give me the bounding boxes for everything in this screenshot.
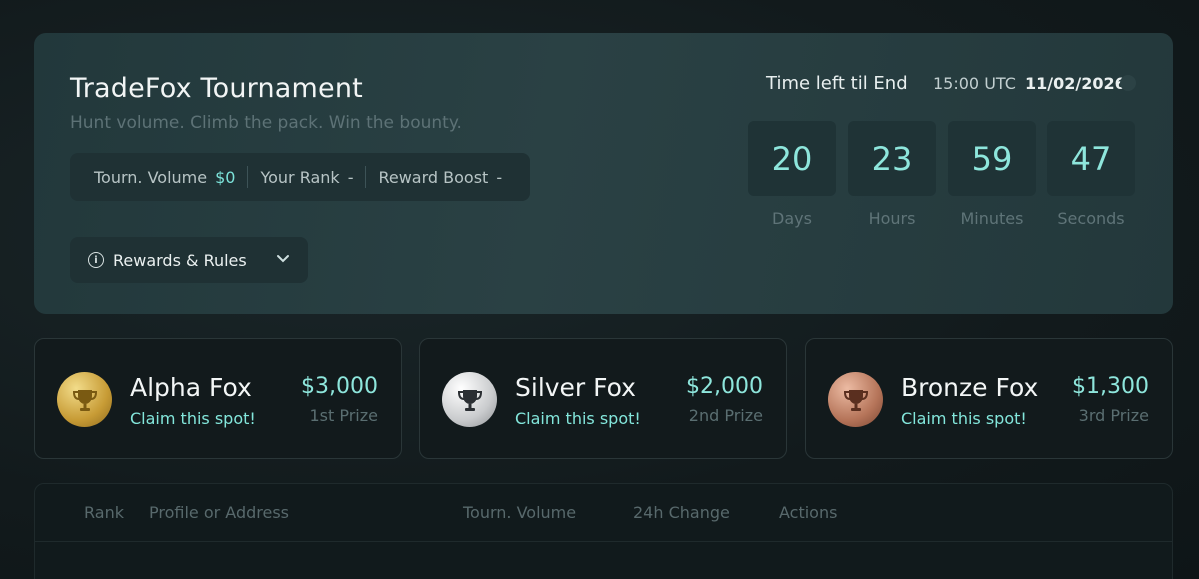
column-header-volume[interactable]: Tourn. Volume [463,503,576,522]
prize-amount: $3,000 [301,374,378,399]
tournament-hero-panel: TradeFox Tournament Hunt volume. Climb t… [34,33,1173,314]
divider [365,166,367,188]
boost-value: - [496,167,503,187]
chevron-down-icon [276,252,290,268]
rewards-rules-label: Rewards & Rules [113,250,247,270]
volume-label: Tourn. Volume [94,167,208,187]
boost-label: Reward Boost [378,167,489,187]
column-header-actions: Actions [779,503,838,522]
timer-label: Time left til End [766,73,908,94]
prize-name: Bronze Fox [901,373,1039,402]
countdown-seconds: 47 [1047,121,1135,196]
column-header-rank[interactable]: Rank [84,503,124,522]
rank-label: Your Rank [260,167,340,187]
prize-place: 1st Prize [309,406,378,425]
countdown-seconds-label: Seconds [1057,209,1125,228]
volume-value: $0 [215,167,236,187]
claim-spot-link[interactable]: Claim this spot! [901,409,1027,428]
divider [247,166,249,188]
countdown-days: 20 [748,121,836,196]
countdown-minutes: 59 [948,121,1036,196]
prize-amount: $2,000 [686,374,763,399]
timer-end-time: 15:00 UTC [933,74,1016,93]
prize-place: 2nd Prize [688,406,763,425]
column-header-profile[interactable]: Profile or Address [149,503,289,522]
claim-spot-link[interactable]: Claim this spot! [130,409,256,428]
bronze-trophy-icon [828,372,883,427]
countdown-hours: 23 [848,121,936,196]
header-divider [35,541,1172,542]
rank-value: - [347,167,354,187]
prize-place: 3rd Prize [1078,406,1149,425]
info-icon: i [88,252,104,268]
countdown-days-label: Days [772,209,812,228]
rewards-rules-dropdown[interactable]: i Rewards & Rules [70,237,308,283]
prize-amount: $1,300 [1072,374,1149,399]
page-subtitle: Hunt volume. Climb the pack. Win the bou… [70,113,462,133]
column-header-24h-change[interactable]: 24h Change [633,503,730,522]
prize-name: Silver Fox [515,373,636,402]
countdown-minutes-label: Minutes [960,209,1024,228]
claim-spot-link[interactable]: Claim this spot! [515,409,641,428]
user-stats-bar: Tourn. Volume $0 Your Rank - Reward Boos… [70,153,530,201]
countdown-hours-label: Hours [868,209,916,228]
status-dot-icon [1120,75,1136,91]
prize-card-first[interactable]: Alpha Fox Claim this spot! $3,000 1st Pr… [34,338,402,459]
prize-card-second[interactable]: Silver Fox Claim this spot! $2,000 2nd P… [419,338,787,459]
gold-trophy-icon [57,372,112,427]
leaderboard-table: Rank Profile or Address Tourn. Volume 24… [34,483,1173,579]
page-title: TradeFox Tournament [70,73,363,104]
prize-name: Alpha Fox [130,373,252,402]
prize-card-third[interactable]: Bronze Fox Claim this spot! $1,300 3rd P… [805,338,1173,459]
silver-trophy-icon [442,372,497,427]
timer-end-datetime: 15:00 UTC 11/02/2026 [933,74,1126,93]
timer-end-date: 11/02/2026 [1025,74,1126,93]
